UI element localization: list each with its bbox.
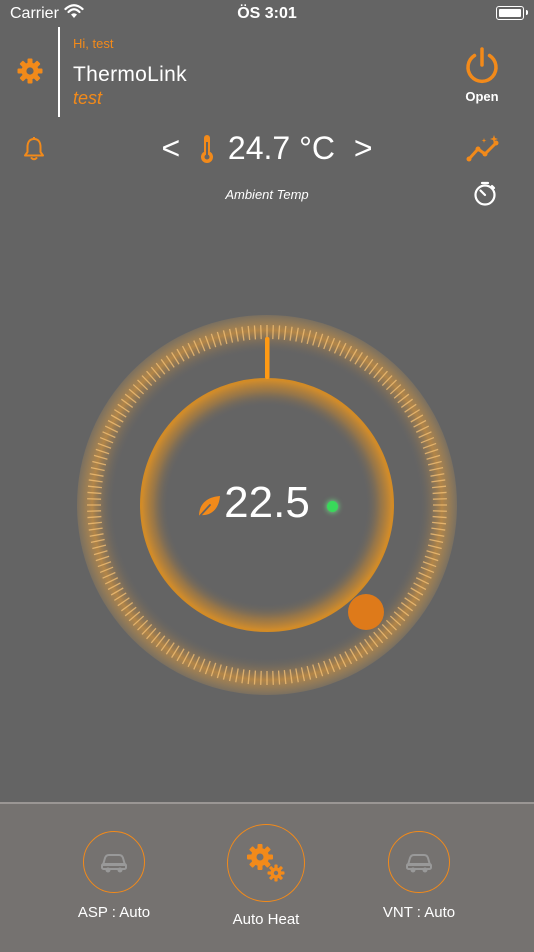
asp-label: ASP : Auto xyxy=(54,904,174,921)
setpoint-value: 22.5 xyxy=(0,478,534,528)
chart-sparkle-icon[interactable] xyxy=(466,134,502,164)
ambient-label: Ambient Temp xyxy=(0,187,534,202)
dial-marker xyxy=(265,337,270,379)
thermometer-icon xyxy=(199,134,215,164)
status-dot xyxy=(327,501,338,512)
power-label[interactable]: Open xyxy=(452,89,512,104)
ambient-temp-value: 24.7 °C xyxy=(228,130,335,166)
dial-knob[interactable] xyxy=(348,594,384,630)
next-arrow[interactable]: > xyxy=(344,130,383,166)
status-time: ÖS 3:01 xyxy=(0,5,534,23)
greeting-text: Hi, test xyxy=(73,36,113,51)
power-icon[interactable] xyxy=(462,46,502,86)
car-icon xyxy=(99,850,129,874)
prev-arrow[interactable]: < xyxy=(151,130,190,166)
ambient-temp-row: < 24.7 °C > xyxy=(0,128,534,167)
gear-icon[interactable] xyxy=(16,57,44,85)
status-bar: Carrier ÖS 3:01 xyxy=(0,0,534,28)
auto-heat-label: Auto Heat xyxy=(206,911,326,928)
gears-icon xyxy=(243,840,289,886)
app-title: ThermoLink xyxy=(73,63,187,87)
battery-icon xyxy=(496,6,524,20)
vnt-button[interactable] xyxy=(388,831,450,893)
vnt-label: VNT : Auto xyxy=(359,904,479,921)
auto-heat-button[interactable] xyxy=(227,824,305,902)
user-name: test xyxy=(73,88,102,109)
header-divider xyxy=(58,27,60,117)
timer-icon[interactable] xyxy=(472,181,498,207)
asp-button[interactable] xyxy=(83,831,145,893)
car-icon xyxy=(404,850,434,874)
